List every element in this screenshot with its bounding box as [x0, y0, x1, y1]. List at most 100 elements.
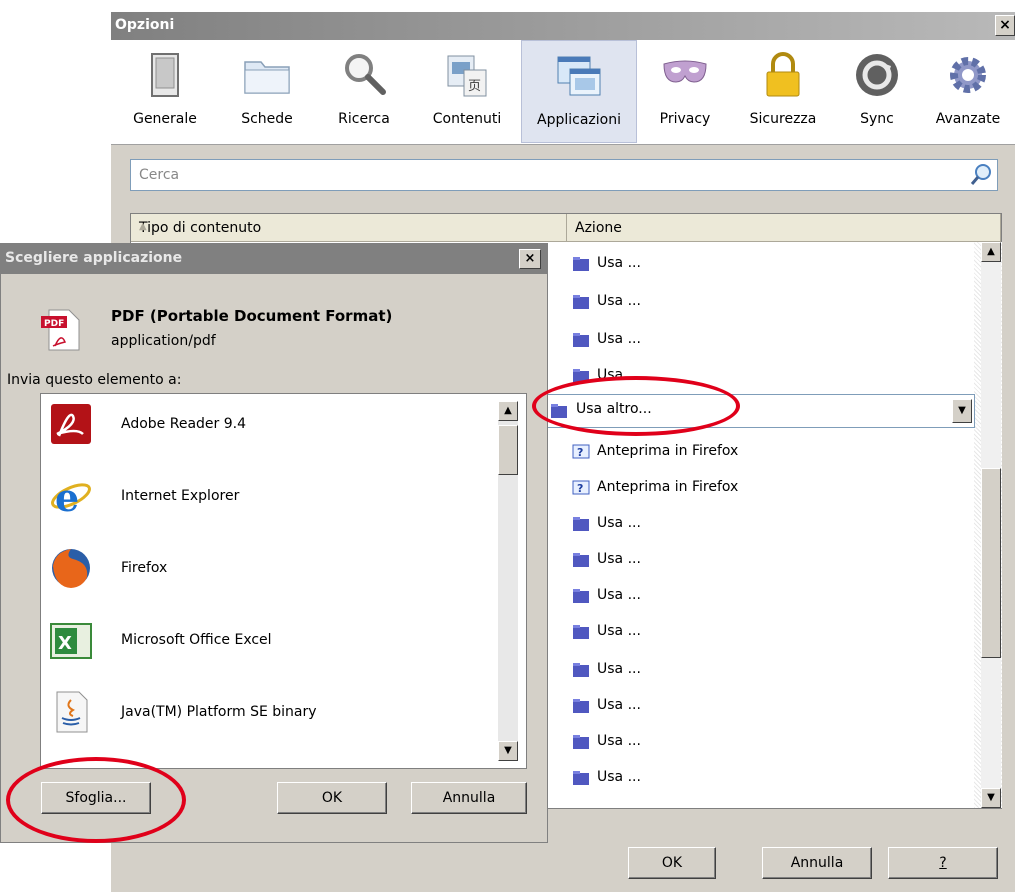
list-item-excel[interactable]: X Microsoft Office Excel — [41, 610, 491, 682]
action-row[interactable]: ? Anteprima in Firefox — [563, 434, 953, 471]
scroll-up-button[interactable]: ▲ — [498, 401, 518, 421]
action-row[interactable]: Usa ... — [563, 688, 953, 725]
svg-text:?: ? — [577, 446, 583, 459]
tab-label: Sicurezza — [749, 111, 817, 127]
action-label: Anteprima in Firefox — [597, 479, 739, 495]
action-row[interactable]: Usa ... — [563, 652, 953, 689]
excel-icon: X — [50, 623, 92, 659]
tab-label: Applicazioni — [537, 112, 621, 128]
svg-text:PDF: PDF — [44, 319, 64, 329]
options-close-button[interactable]: × — [995, 15, 1015, 36]
action-row[interactable]: Usa ... — [563, 724, 953, 761]
column-header-content-type[interactable]: Tipo di contenuto ▲ — [131, 214, 567, 242]
tab-sicurezza[interactable]: Sicurezza — [731, 40, 835, 143]
java-icon — [56, 691, 88, 733]
action-label: Usa ... — [597, 293, 641, 309]
app-icon — [573, 699, 589, 713]
tab-privacy[interactable]: Privacy — [641, 40, 729, 143]
tab-schede[interactable]: Schede — [219, 40, 315, 143]
app-list-scrollbar[interactable]: ▲ ▼ — [498, 401, 518, 761]
tab-label: Sync — [860, 111, 894, 127]
svg-text:?: ? — [577, 482, 583, 495]
app-icon — [573, 589, 589, 603]
sync-icon — [856, 54, 898, 96]
action-row[interactable]: Usa ... — [563, 542, 953, 579]
chevron-down-icon[interactable]: ▼ — [952, 399, 972, 423]
app-icon — [573, 625, 589, 639]
content-icon: 页 — [447, 55, 487, 97]
app-icon — [573, 257, 589, 271]
dialog-close-button[interactable]: × — [519, 249, 541, 269]
annotation-ellipse-browse — [6, 757, 186, 843]
help-icon: ? — [572, 444, 590, 459]
tab-ricerca[interactable]: Ricerca — [319, 40, 409, 143]
app-icon — [573, 295, 589, 309]
dialog-ok-button[interactable]: OK — [277, 782, 387, 814]
column-header-label: Azione — [575, 220, 622, 236]
applications-icon — [557, 56, 601, 96]
list-item-adobe-reader[interactable]: Adobe Reader 9.4 — [41, 394, 491, 466]
tab-generale[interactable]: Generale — [117, 40, 213, 143]
tab-applicazioni[interactable]: Applicazioni — [521, 40, 637, 143]
action-label: Usa ... — [597, 661, 641, 677]
scroll-down-button[interactable]: ▼ — [981, 788, 1001, 808]
internet-explorer-icon: e — [51, 475, 91, 518]
svg-text:页: 页 — [468, 79, 481, 94]
tab-sync[interactable]: Sync — [838, 40, 916, 143]
action-row[interactable]: Usa ... — [563, 284, 953, 321]
scroll-up-button[interactable]: ▲ — [981, 242, 1001, 262]
cancel-button[interactable]: Annulla — [762, 847, 872, 879]
scroll-thumb[interactable] — [498, 425, 518, 475]
options-title-bar[interactable]: Opzioni × — [111, 12, 1015, 40]
sort-arrow-icon: ▲ — [139, 221, 147, 232]
action-row[interactable]: Usa ... — [563, 246, 953, 283]
action-label: Usa ... — [597, 551, 641, 567]
action-label: Usa ... — [597, 331, 641, 347]
options-title: Opzioni — [115, 17, 175, 33]
dialog-cancel-button[interactable]: Annulla — [411, 782, 527, 814]
list-item-java[interactable]: Java(TM) Platform SE binary — [41, 682, 491, 754]
application-list[interactable]: Adobe Reader 9.4 e Internet Explorer Fir… — [40, 393, 527, 769]
action-row[interactable]: Usa ... — [563, 760, 953, 797]
tab-avanzate[interactable]: Avanzate — [921, 40, 1015, 143]
folder-tabs-icon — [244, 61, 290, 94]
action-row[interactable]: ? Anteprima in Firefox — [563, 470, 953, 507]
action-label: Usa ... — [597, 515, 641, 531]
tab-label: Schede — [241, 111, 293, 127]
search-icon[interactable] — [969, 162, 995, 188]
app-icon — [573, 735, 589, 749]
gear-icon — [950, 57, 986, 93]
help-button[interactable]: ? — [888, 847, 998, 879]
switch-icon — [151, 53, 179, 97]
choose-application-dialog: Scegliere applicazione × PDF PDF (Portab… — [0, 243, 548, 843]
list-item-internet-explorer[interactable]: e Internet Explorer — [41, 466, 491, 538]
dialog-title-bar[interactable]: Scegliere applicazione × — [1, 244, 547, 274]
scroll-thumb[interactable] — [981, 468, 1001, 658]
action-row[interactable]: Usa ... — [563, 506, 953, 543]
tab-label: Generale — [133, 111, 197, 127]
list-item-firefox[interactable]: Firefox — [41, 538, 491, 610]
action-row[interactable]: Usa ... — [563, 614, 953, 651]
search-input[interactable]: Cerca — [130, 159, 998, 191]
table-scrollbar[interactable]: ▲ ▼ — [981, 242, 1001, 808]
column-header-action[interactable]: Azione — [567, 214, 1001, 242]
padlock-icon — [766, 52, 800, 97]
magnifier-icon — [345, 54, 386, 95]
action-row[interactable]: Usa ... — [563, 578, 953, 615]
scroll-down-button[interactable]: ▼ — [498, 741, 518, 761]
tab-label: Avanzate — [935, 111, 1001, 127]
annotation-ellipse-action — [532, 376, 740, 436]
tab-label: Ricerca — [338, 111, 390, 127]
pdf-file-icon: PDF — [41, 309, 80, 351]
action-row[interactable]: Usa ... — [563, 322, 953, 359]
app-icon — [573, 553, 589, 567]
adobe-reader-icon — [51, 404, 91, 444]
firefox-icon — [52, 549, 90, 588]
ok-button[interactable]: OK — [628, 847, 716, 879]
mask-icon — [663, 60, 707, 83]
tab-contenuti[interactable]: 页 Contenuti — [415, 40, 519, 143]
action-label: Anteprima in Firefox — [597, 443, 739, 459]
options-toolbar: Generale Schede Ricerca 页 Contenuti Appl… — [111, 40, 1015, 145]
tab-label: Privacy — [659, 111, 711, 127]
app-icon — [573, 333, 589, 347]
